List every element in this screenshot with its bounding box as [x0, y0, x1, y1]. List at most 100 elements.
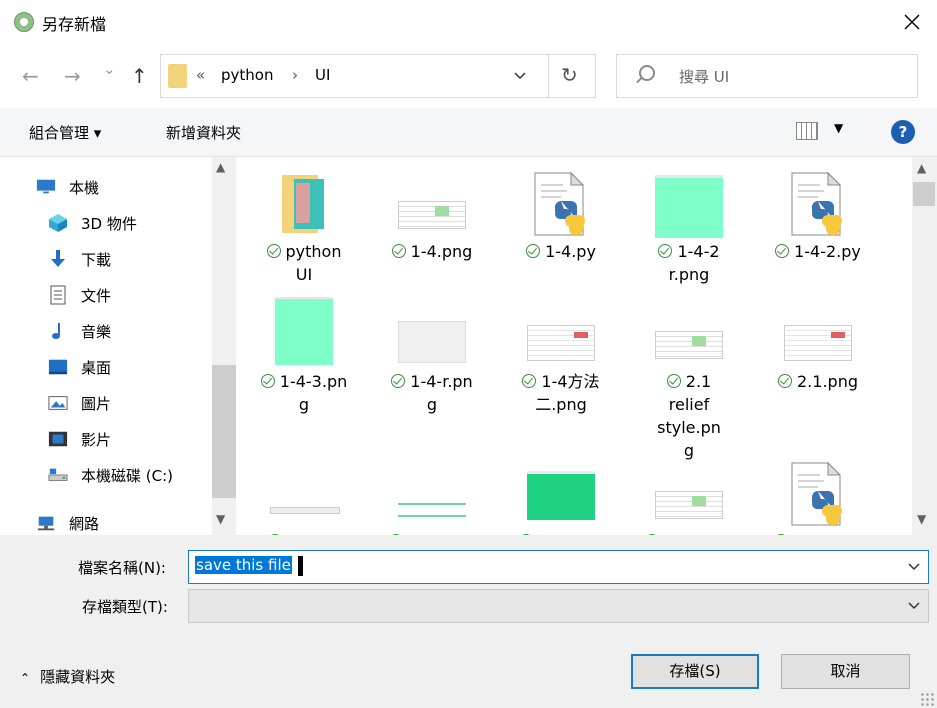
scroll-down-icon[interactable]: ▼ — [917, 512, 926, 526]
resize-grip[interactable] — [920, 692, 934, 706]
close-icon[interactable] — [896, 8, 928, 36]
file-item[interactable]: 2.1 relief style.pn g — [625, 287, 753, 460]
network-icon — [36, 513, 56, 533]
sidebar-item-cube[interactable]: 3D 物件 — [0, 205, 210, 241]
scroll-down-icon[interactable]: ▼ — [216, 512, 225, 526]
file-list-scroll-thumb[interactable] — [913, 182, 935, 206]
filename-input[interactable]: save this file — [188, 550, 929, 584]
sidebar-item-label: 3D 物件 — [81, 215, 137, 233]
chevron-down-icon[interactable] — [907, 556, 921, 576]
sidebar-item-label: 圖片 — [81, 395, 112, 413]
sidebar-item-document[interactable]: 文件 — [0, 277, 210, 313]
search-input[interactable]: 搜尋 UI — [616, 54, 918, 98]
image-thumbnail — [398, 201, 466, 229]
sidebar-item-label: 影片 — [81, 431, 112, 449]
file-item[interactable]: 2.1run — [240, 447, 368, 535]
sync-status-icon — [266, 244, 281, 258]
file-item[interactable]: 1-4-2 r.png — [625, 157, 753, 307]
drive-icon — [48, 465, 68, 485]
sync-status-icon — [775, 244, 790, 258]
cancel-button[interactable]: 取消 — [781, 654, 910, 689]
image-thumbnail — [398, 503, 466, 517]
file-item[interactable]: 2anchor. — [754, 447, 882, 535]
file-list-scrollbar[interactable] — [912, 157, 937, 535]
address-bar[interactable]: « python › UI ↻ — [160, 54, 596, 98]
file-name: 1-4-3.pn g — [279, 372, 348, 414]
file-item[interactable]: 1-4-2.py — [754, 157, 882, 307]
sidebar-item-videos[interactable]: 影片 — [0, 421, 210, 457]
image-thumbnail — [655, 175, 723, 238]
folder-icon — [168, 64, 187, 88]
view-options-icon[interactable] — [796, 122, 818, 140]
sidebar-item-music[interactable]: 音樂 — [0, 313, 210, 349]
sidebar-scroll-thumb[interactable] — [212, 365, 236, 498]
chevron-down-icon[interactable] — [513, 65, 527, 85]
file-item[interactable]: 1-4-r.pn g — [368, 287, 496, 437]
title-bar: 另存新檔 — [0, 0, 937, 44]
download-icon — [48, 249, 68, 269]
sidebar-item-label: 下載 — [81, 251, 112, 269]
sidebar-item-computer[interactable]: 本機 — [0, 169, 210, 205]
breadcrumb-python[interactable]: python — [221, 66, 273, 84]
recent-locations-icon[interactable]: ⌄ — [103, 60, 116, 78]
organize-button[interactable]: 組合管理 ▾ — [29, 122, 101, 143]
file-label: 1-4-3.pn g — [240, 370, 368, 416]
back-arrow-icon[interactable]: ← — [22, 64, 39, 88]
filetype-select[interactable] — [188, 589, 929, 623]
hide-folders-label: 隱藏資料夾 — [40, 668, 116, 686]
breadcrumb-ui[interactable]: UI — [315, 66, 330, 84]
file-item[interactable]: 2anchor. — [625, 447, 753, 535]
file-item[interactable]: 1-4方法 二.png — [497, 287, 625, 437]
filename-label: 檔案名稱(N): — [78, 559, 166, 577]
breadcrumb-separator-icon[interactable]: › — [292, 66, 298, 84]
file-item[interactable]: 1-4-3.pn g — [240, 287, 368, 437]
chevron-down-icon[interactable] — [907, 595, 921, 615]
sidebar-item-download[interactable]: 下載 — [0, 241, 210, 277]
text-caret — [298, 556, 303, 576]
sidebar-item-label: 本機 — [69, 179, 100, 197]
sidebar-item-drive[interactable]: 本機磁碟 (C:) — [0, 457, 210, 493]
save-button[interactable]: 存檔(S) — [631, 654, 759, 689]
file-item[interactable]: 1-4.py — [497, 157, 625, 307]
scroll-up-icon[interactable]: ▲ — [917, 161, 926, 175]
file-label: 1-4-r.pn g — [368, 370, 496, 416]
sidebar-item-pictures[interactable]: 圖片 — [0, 385, 210, 421]
python-file-icon — [788, 461, 848, 531]
forward-arrow-icon[interactable]: → — [64, 64, 81, 88]
image-thumbnail — [655, 491, 723, 519]
scroll-up-icon[interactable]: ▲ — [216, 160, 225, 174]
image-thumbnail — [270, 507, 340, 514]
window-title: 另存新檔 — [42, 15, 107, 34]
file-item[interactable]: 1-4.png — [368, 157, 496, 307]
refresh-icon[interactable]: ↻ — [561, 63, 578, 87]
file-name: 2.1.png — [797, 372, 858, 391]
image-thumbnail — [527, 471, 595, 520]
file-name: 1-4-2.py — [794, 242, 861, 261]
music-icon — [48, 321, 68, 341]
help-icon[interactable]: ? — [891, 120, 915, 144]
sync-status-icon — [391, 244, 406, 258]
sync-status-icon — [658, 244, 673, 258]
sidebar-item-label: 本機磁碟 (C:) — [81, 467, 173, 485]
app-icon — [14, 12, 34, 32]
folder-item[interactable]: python UI — [240, 157, 368, 307]
new-folder-button[interactable]: 新增資料夾 — [166, 122, 241, 143]
filename-value[interactable]: save this file — [195, 556, 292, 574]
hide-folders-toggle[interactable]: ⌃ 隱藏資料夾 — [20, 666, 115, 687]
file-label: 1-4.png — [368, 240, 496, 263]
divider — [548, 55, 549, 97]
up-arrow-icon[interactable]: ↑ — [131, 64, 148, 88]
overflow-chevron-icon[interactable]: « — [196, 66, 205, 84]
file-name: 1-4-r.pn g — [410, 372, 473, 414]
view-dropdown-icon[interactable]: ▼ — [834, 121, 843, 135]
file-label: 1-4-2 r.png — [625, 240, 753, 286]
file-label: 1-4方法 二.png — [497, 370, 625, 416]
file-list: python UI 1-4.png 1-4.py 1-4-2 r.png 1-4-2.py 1… — [236, 157, 912, 535]
file-item[interactable]: 2.1run.p — [368, 447, 496, 535]
image-thumbnail — [784, 325, 852, 361]
file-item[interactable]: 2.1.png — [754, 287, 882, 437]
computer-icon — [36, 177, 56, 197]
sidebar-item-desktop[interactable]: 桌面 — [0, 349, 210, 385]
file-item[interactable]: 2anchor — [497, 447, 625, 535]
filetype-label: 存檔類型(T): — [82, 598, 168, 616]
